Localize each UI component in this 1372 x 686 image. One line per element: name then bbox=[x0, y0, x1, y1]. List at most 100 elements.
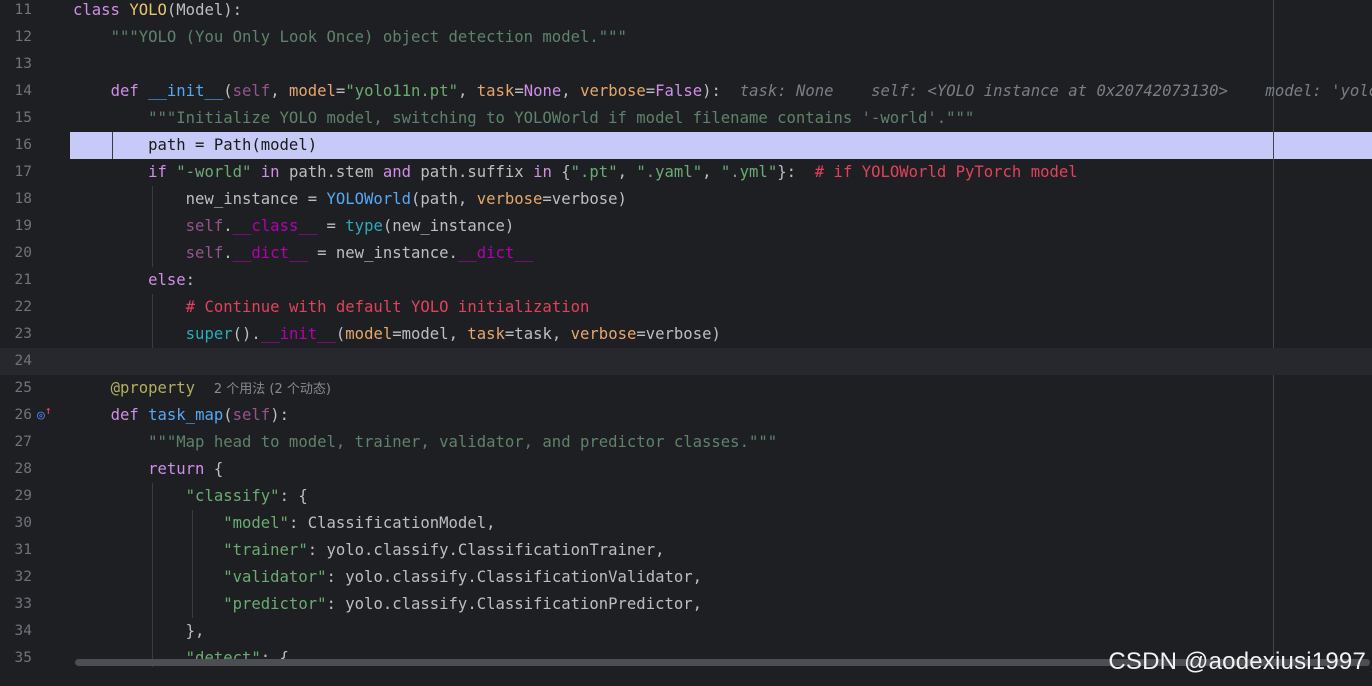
code-text[interactable]: "trainer": yolo.classify.ClassificationT… bbox=[73, 537, 664, 564]
line-number[interactable]: 18 bbox=[0, 186, 32, 213]
line-number[interactable]: 28 bbox=[0, 456, 32, 483]
code-text[interactable]: # Continue with default YOLO initializat… bbox=[73, 294, 590, 321]
line-number[interactable]: 24 bbox=[0, 348, 32, 375]
code-token: "-world" bbox=[176, 163, 252, 181]
code-text[interactable]: "validator": yolo.classify.Classificatio… bbox=[73, 564, 702, 591]
code-token: "predictor" bbox=[223, 595, 327, 613]
code-text[interactable]: class YOLO(Model): bbox=[73, 0, 242, 24]
code-line[interactable]: 15 """Initialize YOLO model, switching t… bbox=[0, 105, 1372, 132]
line-number[interactable]: 20 bbox=[0, 240, 32, 267]
code-token: model bbox=[345, 325, 393, 343]
code-text[interactable]: self.__dict__ = new_instance.__dict__ bbox=[73, 240, 533, 267]
code-line[interactable]: 16 path = Path(model) bbox=[0, 132, 1372, 159]
line-number[interactable]: 22 bbox=[0, 294, 32, 321]
line-number[interactable]: 16 bbox=[0, 132, 32, 159]
code-line[interactable]: 31 "trainer": yolo.classify.Classificati… bbox=[0, 537, 1372, 564]
line-number[interactable]: 23 bbox=[0, 321, 32, 348]
line-number[interactable]: 11 bbox=[0, 0, 32, 24]
line-number[interactable]: 34 bbox=[0, 618, 32, 645]
line-number[interactable]: 25 bbox=[0, 375, 32, 402]
usages-inlay-hint[interactable]: 2 个用法 (2 个动态) bbox=[214, 382, 331, 397]
code-editor[interactable]: 11 class YOLO(Model): 12 """YOLO (You Only… bbox=[0, 0, 1372, 686]
code-token: = bbox=[317, 217, 346, 235]
code-token: = bbox=[335, 82, 346, 100]
line-number[interactable]: 19 bbox=[0, 213, 32, 240]
code-text[interactable]: path = Path(model) bbox=[73, 132, 317, 159]
code-text[interactable]: "model": ClassificationModel, bbox=[73, 510, 495, 537]
code-line[interactable]: 19 self.__class__ = type(new_instance) bbox=[0, 213, 1372, 240]
code-text[interactable]: def task_map(self): bbox=[73, 402, 289, 429]
code-token: class bbox=[73, 1, 130, 19]
code-text[interactable]: @property 2 个用法 (2 个动态) bbox=[73, 375, 331, 403]
line-number[interactable]: 32 bbox=[0, 564, 32, 591]
code-token: , bbox=[270, 82, 289, 100]
line-number[interactable]: 21 bbox=[0, 267, 32, 294]
line-number[interactable]: 30 bbox=[0, 510, 32, 537]
line-number[interactable]: 15 bbox=[0, 105, 32, 132]
code-token: path.stem bbox=[288, 163, 383, 181]
code-text[interactable]: super().__init__(model=model, task=task,… bbox=[73, 321, 721, 348]
code-line[interactable]: 17 if "-world" in path.stem and path.suf… bbox=[0, 159, 1372, 186]
line-number[interactable]: 14 bbox=[0, 78, 32, 105]
code-token: __init__ bbox=[148, 82, 224, 100]
code-text[interactable]: else: bbox=[73, 267, 195, 294]
line-number[interactable]: 26 bbox=[0, 402, 32, 429]
code-token: None bbox=[523, 82, 562, 100]
line-number[interactable]: 17 bbox=[0, 159, 32, 186]
code-text[interactable]: }, bbox=[73, 618, 205, 645]
code-line[interactable]: 24 bbox=[0, 348, 1372, 375]
code-line[interactable]: 29 "classify": { bbox=[0, 483, 1372, 510]
code-token: in bbox=[251, 163, 289, 181]
code-token: self bbox=[232, 82, 271, 100]
code-line[interactable]: 25 @property 2 个用法 (2 个动态) bbox=[0, 375, 1372, 402]
code-line[interactable]: 33 "predictor": yolo.classify.Classifica… bbox=[0, 591, 1372, 618]
code-line[interactable]: 21 else: bbox=[0, 267, 1372, 294]
code-token: = bbox=[645, 82, 656, 100]
debug-inline-values: task: None self: <YOLO instance at 0x207… bbox=[739, 82, 1372, 100]
code-token: task bbox=[467, 325, 505, 343]
code-text[interactable]: """Map head to model, trainer, validator… bbox=[73, 429, 777, 456]
code-line[interactable]: 28 return { bbox=[0, 456, 1372, 483]
override-icon[interactable]: ◎↑ bbox=[37, 402, 51, 429]
code-line[interactable]: 27 """Map head to model, trainer, valida… bbox=[0, 429, 1372, 456]
code-text[interactable]: return { bbox=[73, 456, 223, 483]
code-token: """Initialize YOLO model, switching to Y… bbox=[148, 109, 975, 127]
code-line[interactable]: 22 # Continue with default YOLO initiali… bbox=[0, 294, 1372, 321]
code-token: . bbox=[223, 244, 233, 262]
code-line[interactable]: 13 bbox=[0, 51, 1372, 78]
code-text[interactable]: "classify": { bbox=[73, 483, 308, 510]
code-token: =task, bbox=[504, 325, 571, 343]
line-number[interactable]: 31 bbox=[0, 537, 32, 564]
code-text[interactable]: new_instance = YOLOWorld(path, verbose=v… bbox=[73, 186, 627, 213]
line-number[interactable]: 12 bbox=[0, 24, 32, 51]
code-token: ): bbox=[270, 406, 289, 424]
code-token: (path, bbox=[410, 190, 477, 208]
code-line[interactable]: 32 "validator": yolo.classify.Classifica… bbox=[0, 564, 1372, 591]
line-number[interactable]: 33 bbox=[0, 591, 32, 618]
indent-guide bbox=[192, 510, 193, 618]
code-text[interactable]: """Initialize YOLO model, switching to Y… bbox=[73, 105, 974, 132]
code-line[interactable]: 12 """YOLO (You Only Look Once) object d… bbox=[0, 24, 1372, 51]
line-number[interactable]: 13 bbox=[0, 51, 32, 78]
code-line[interactable]: 20 self.__dict__ = new_instance.__dict__ bbox=[0, 240, 1372, 267]
line-number[interactable]: 27 bbox=[0, 429, 32, 456]
code-line[interactable]: 14 def __init__(self, model="yolo11n.pt"… bbox=[0, 78, 1372, 105]
code-line[interactable]: 18 new_instance = YOLOWorld(path, verbos… bbox=[0, 186, 1372, 213]
code-text[interactable]: self.__class__ = type(new_instance) bbox=[73, 213, 515, 240]
code-text[interactable]: def __init__(self, model="yolo11n.pt", t… bbox=[73, 78, 1372, 105]
code-text[interactable]: """YOLO (You Only Look Once) object dete… bbox=[73, 24, 627, 51]
code-line[interactable]: 26 ◎↑ def task_map(self): bbox=[0, 402, 1372, 429]
code-line[interactable]: 23 super().__init__(model=model, task=ta… bbox=[0, 321, 1372, 348]
line-number[interactable]: 29 bbox=[0, 483, 32, 510]
code-text[interactable]: if "-world" in path.stem and path.suffix… bbox=[73, 159, 1078, 186]
code-text[interactable]: "predictor": yolo.classify.Classificatio… bbox=[73, 591, 702, 618]
code-line[interactable]: 34 }, bbox=[0, 618, 1372, 645]
code-token: . bbox=[223, 217, 233, 235]
code-line[interactable]: 11 class YOLO(Model): bbox=[0, 0, 1372, 24]
code-line[interactable]: 30 "model": ClassificationModel, bbox=[0, 510, 1372, 537]
